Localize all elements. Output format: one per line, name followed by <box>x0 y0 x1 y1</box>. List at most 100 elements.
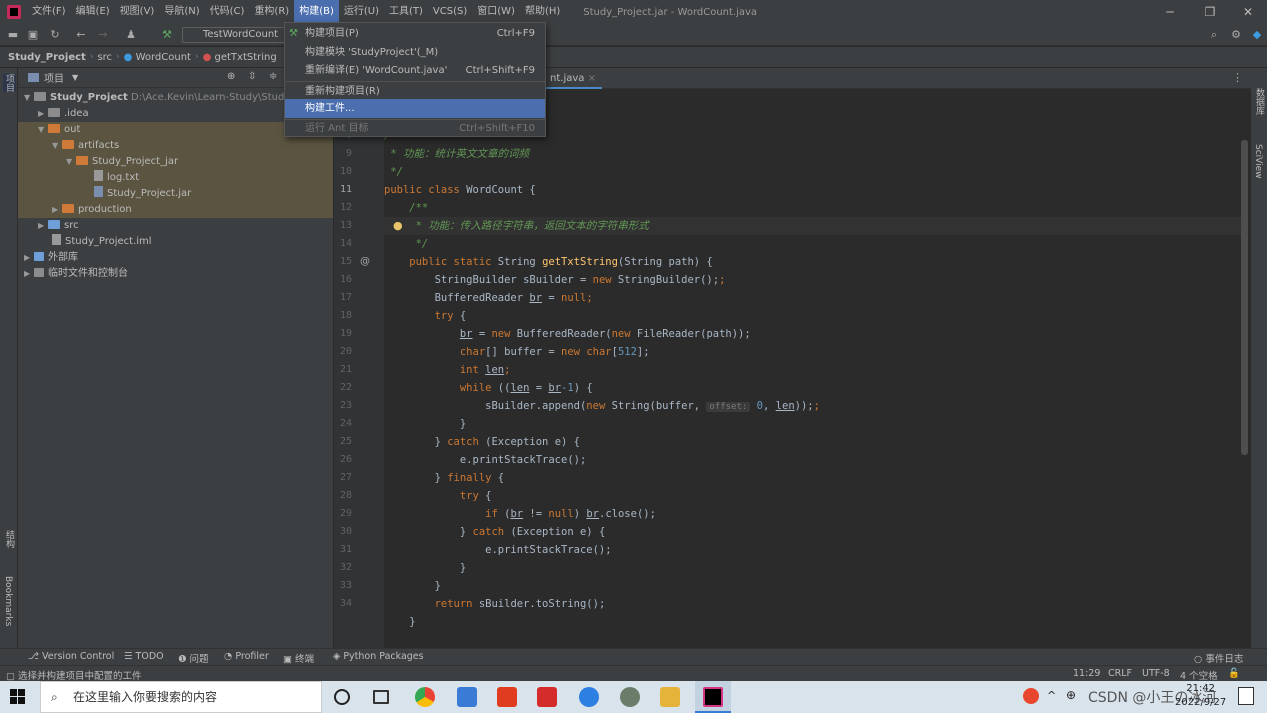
python-packages-tab[interactable]: ◈ Python Packages <box>333 651 424 662</box>
code-line: e.printStackTrace(); <box>384 454 587 466</box>
editor-scrollbar[interactable] <box>1241 140 1248 455</box>
gear-icon[interactable]: ⚙ <box>1229 28 1243 42</box>
menu-build-artifacts[interactable]: 构建工件... <box>285 99 545 118</box>
menu-window[interactable]: 窗口(W) <box>472 0 520 24</box>
chrome-icon[interactable] <box>415 687 435 707</box>
breadcrumb-src[interactable]: src <box>93 52 116 63</box>
lock-icon[interactable]: 🔓 <box>1228 668 1240 679</box>
menu-code[interactable]: 代码(C) <box>205 0 250 24</box>
network-icon[interactable]: ⊕ <box>1066 688 1076 702</box>
editor-tab-wordcount[interactable]: nt.java × <box>544 68 602 89</box>
collapse-all-icon[interactable]: ⇳ <box>248 71 256 82</box>
task-view-icon[interactable] <box>373 690 389 704</box>
office-icon[interactable] <box>497 687 517 707</box>
menu-build-module[interactable]: 构建模块 'StudyProject'(_M) <box>285 43 545 62</box>
breadcrumb-project[interactable]: Study_Project <box>0 52 90 63</box>
close-icon[interactable]: ✕ <box>1230 0 1266 24</box>
menu-view[interactable]: 视图(V) <box>115 0 160 24</box>
code-line: /** <box>384 202 429 214</box>
tree-item-log-txt[interactable]: log.txt <box>18 170 333 186</box>
file-encoding[interactable]: UTF-8 <box>1142 668 1170 679</box>
tree-item-artifacts[interactable]: ▼ artifacts <box>18 138 333 154</box>
tree-item-study-project-jar[interactable]: ▼ Study_Project_jar <box>18 154 333 170</box>
line-number: 34 <box>339 598 352 609</box>
menu-tools[interactable]: 工具(T) <box>384 0 428 24</box>
tree-item-iml[interactable]: Study_Project.iml <box>18 234 333 250</box>
breadcrumb-class[interactable]: ● WordCount <box>120 52 195 63</box>
menu-refactor[interactable]: 重构(R) <box>249 0 294 24</box>
profiler-tab[interactable]: ◔ Profiler <box>224 651 269 662</box>
chevron-down-icon[interactable]: ▼ <box>72 73 78 82</box>
cortana-icon[interactable] <box>334 689 350 705</box>
run-configuration-select[interactable]: TestWordCount <box>182 27 292 43</box>
desktop-app-icon[interactable] <box>457 687 477 707</box>
menu-navigate[interactable]: 导航(N) <box>159 0 204 24</box>
notification-icon[interactable] <box>1238 687 1254 705</box>
breadcrumb: Study_Project › src › ● WordCount › ● ge… <box>0 47 1267 68</box>
menu-build-project[interactable]: ⚒ 构建项目(P) Ctrl+F9 <box>285 24 545 43</box>
tree-item-production[interactable]: ▶ production <box>18 202 333 218</box>
tree-item-jar-file[interactable]: Study_Project.jar <box>18 186 333 202</box>
bookmarks-tool-tab[interactable]: Bookmarks <box>3 576 13 626</box>
breadcrumb-method[interactable]: ● getTxtString <box>199 52 281 63</box>
tray-arrow-icon[interactable]: ^ <box>1047 689 1056 702</box>
back-arrow-icon[interactable]: ← <box>74 28 88 42</box>
code-line: BufferedReader br = null; <box>384 292 593 304</box>
project-tool-tab[interactable]: 项目 <box>3 74 16 92</box>
windows-start-icon[interactable] <box>10 689 26 705</box>
locate-icon[interactable]: ⊕ <box>227 71 235 82</box>
menu-recompile[interactable]: 重新编译(E) 'WordCount.java' Ctrl+Shift+F9 <box>285 61 545 80</box>
menu-help[interactable]: 帮助(H) <box>520 0 565 24</box>
search-icon[interactable]: ⌕ <box>1207 28 1221 42</box>
tree-item-external-libraries[interactable]: ▶ 外部库 <box>18 250 333 266</box>
file-explorer-icon[interactable] <box>660 687 680 707</box>
code-editor[interactable]: ; /** * 功能：统计英文文章的词频 */ public class Wor… <box>384 89 1241 648</box>
pet-app-icon[interactable] <box>620 687 640 707</box>
minimize-icon[interactable]: ─ <box>1152 0 1188 24</box>
menu-run-ant-target: 运行 Ant 目标 Ctrl+Shift+F10 <box>305 123 535 134</box>
line-number: 13 <box>339 220 352 231</box>
restore-icon[interactable]: ❐ <box>1192 0 1228 24</box>
line-separator[interactable]: CRLF <box>1108 668 1132 679</box>
user-icon[interactable]: ♟ <box>124 28 138 42</box>
taskbar-search-input[interactable]: ⌕ 在这里输入你要搜索的内容 <box>40 681 322 713</box>
override-marker-icon[interactable]: @ <box>360 256 370 267</box>
project-view-select[interactable]: 项目 <box>44 70 64 85</box>
lightbulb-icon[interactable]: ● <box>393 219 403 232</box>
terminal-tab[interactable]: ▣ 终端 <box>283 651 314 665</box>
structure-tool-tab[interactable]: 结构 <box>3 530 16 548</box>
menu-edit[interactable]: 编辑(E) <box>71 0 115 24</box>
sciview-tool-tab[interactable]: SciView <box>1253 144 1263 179</box>
menu-build[interactable]: 构建(B) <box>294 0 339 24</box>
menu-run[interactable]: 运行(U) <box>339 0 384 24</box>
cursor-position[interactable]: 11:29 <box>1073 668 1100 679</box>
menu-vcs[interactable]: VCS(S) <box>428 0 472 24</box>
tree-item-src[interactable]: ▶ src <box>18 218 333 234</box>
tree-item-scratches[interactable]: ▶ 临时文件和控制台 <box>18 266 333 282</box>
close-tab-icon[interactable]: × <box>588 73 596 84</box>
open-folder-icon[interactable]: ▬ <box>6 28 20 42</box>
indent-setting[interactable]: 4 个空格 <box>1180 668 1218 682</box>
code-line: br = new BufferedReader(new FileReader(p… <box>459 328 751 340</box>
window-title: Study_Project.jar - WordCount.java <box>583 6 758 18</box>
wps-icon[interactable] <box>537 687 557 707</box>
more-options-icon[interactable]: ⋮ <box>1232 71 1243 84</box>
sogou-browser-icon[interactable] <box>579 687 599 707</box>
sogou-input-icon[interactable] <box>1023 688 1039 704</box>
taskbar-clock[interactable]: 21:42 2022/9/27 <box>1175 682 1226 710</box>
database-tool-tab[interactable]: 数据库 <box>1253 88 1266 115</box>
menu-file[interactable]: 文件(F) <box>27 0 71 24</box>
line-number: 26 <box>339 454 352 465</box>
code-line: } <box>384 616 416 628</box>
intellij-taskbar-button[interactable] <box>695 681 731 713</box>
event-log-tab[interactable]: ○ 事件日志 <box>1194 651 1243 665</box>
expand-icon[interactable]: ≑ <box>269 71 277 82</box>
save-icon[interactable]: ▣ <box>26 28 40 42</box>
build-hammer-icon[interactable]: ⚒ <box>160 28 174 42</box>
jetbrains-icon[interactable]: ◆ <box>1250 28 1264 42</box>
version-control-tab[interactable]: ⎇ Version Control <box>28 651 114 662</box>
sync-icon[interactable]: ↻ <box>48 28 62 42</box>
todo-tab[interactable]: ☰ TODO <box>124 651 164 662</box>
problems-tab[interactable]: ❶ 问题 <box>178 651 209 665</box>
forward-arrow-icon[interactable]: → <box>96 28 110 42</box>
